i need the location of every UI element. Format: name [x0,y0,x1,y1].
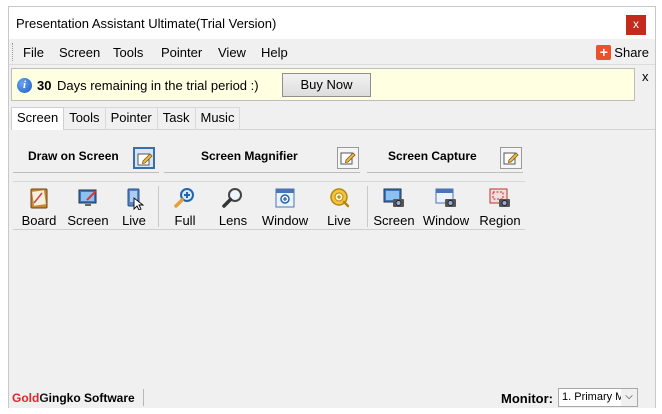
tool-row: Board Screen Live Full Lens Window Live … [13,181,525,230]
tab-pointer[interactable]: Pointer [104,107,158,129]
tool-label: Board [21,213,57,228]
board-button[interactable]: Board [17,184,61,229]
tool-label: Screen [373,213,415,228]
menu-pointer[interactable]: Pointer [161,45,202,60]
edit-options-icon [340,152,356,165]
status-separator [143,389,144,406]
tool-label: Full [174,213,196,228]
draw-screen-icon [78,189,97,206]
menu-bar: File Screen Tools Pointer View Help + Sh… [9,39,655,65]
magnifier-lens-icon [222,188,242,208]
group-draw-on-screen: Draw on Screen [13,143,159,173]
live-draw-button[interactable]: Live [117,184,151,229]
screen-tab-panel: Draw on Screen Screen Magnifier Screen C… [11,129,655,391]
trial-bar-close-button[interactable]: x [642,69,649,84]
capture-region-button[interactable]: Region [477,184,523,229]
share-label: Share [614,44,649,60]
group-title-draw: Draw on Screen [28,149,119,163]
magnifier-options-button[interactable] [337,147,359,169]
group-title-capture: Screen Capture [388,149,477,163]
live-draw-icon [127,188,145,210]
app-window: Presentation Assistant Ultimate(Trial Ve… [8,6,656,408]
tab-task[interactable]: Task [156,107,196,129]
tool-label: Screen [67,213,109,228]
group-screen-magnifier: Screen Magnifier [164,143,360,173]
capture-options-button[interactable] [500,147,522,169]
group-title-magnifier: Screen Magnifier [201,149,298,163]
title-bar: Presentation Assistant Ultimate(Trial Ve… [9,7,655,39]
trial-notice-bar: i 30 Days remaining in the trial period … [11,68,635,101]
tool-label: Live [327,213,351,228]
menu-tools[interactable]: Tools [113,45,143,60]
status-bar: GoldGingko Software Monitor: 1. Primary … [9,387,655,408]
plus-box-icon: + [596,44,612,60]
live-zoom-button[interactable]: Live [319,184,359,229]
zoom-full-button[interactable]: Full [167,184,203,229]
magnify-window-icon [275,188,295,208]
tool-label: Region [479,213,521,228]
brand-name: GoldGingko Software [12,391,135,405]
group-screen-capture: Screen Capture [367,143,523,173]
window-title: Presentation Assistant Ultimate(Trial Ve… [16,16,277,31]
capture-screen-icon [383,188,404,207]
monitor-select[interactable]: 1. Primary Monitor ⌵ [558,388,638,407]
group-separator [158,186,159,227]
tool-label: Live [122,213,146,228]
close-window-button[interactable]: x [626,15,646,35]
magnifier-lens-button[interactable]: Lens [213,184,253,229]
tab-screen[interactable]: Screen [11,107,65,130]
tool-label: Lens [218,213,248,228]
monitor-label: Monitor: [501,391,553,406]
zoom-full-icon [174,188,194,208]
edit-options-icon [137,153,153,166]
trial-days-count: 30 [37,78,52,93]
capture-screen-button[interactable]: Screen [371,184,417,229]
tab-music[interactable]: Music [194,107,241,129]
capture-window-button[interactable]: Window [420,184,472,229]
board-icon [30,188,48,209]
trial-message: Days remaining in the trial period :) [57,78,259,93]
menu-file[interactable]: File [23,45,44,60]
draw-options-button[interactable] [133,147,155,169]
capture-window-icon [435,188,456,207]
buy-now-button[interactable]: Buy Now [282,73,371,97]
magnify-window-button[interactable]: Window [260,184,310,229]
chevron-down-icon: ⌵ [621,389,637,406]
menu-grip [12,43,15,61]
menu-help[interactable]: Help [261,45,288,60]
menu-screen[interactable]: Screen [59,45,100,60]
tab-strip: Screen Tools Pointer Task Music [11,107,241,130]
group-separator [367,186,368,227]
tool-label: Window [261,213,309,228]
live-zoom-icon [330,188,350,208]
share-button[interactable]: + Share [596,43,649,61]
draw-screen-button[interactable]: Screen [65,184,111,229]
edit-options-icon [503,152,519,165]
tool-label: Window [422,213,470,228]
capture-region-icon [489,188,510,207]
info-icon: i [17,78,32,93]
tab-tools[interactable]: Tools [63,107,106,129]
menu-view[interactable]: View [218,45,246,60]
